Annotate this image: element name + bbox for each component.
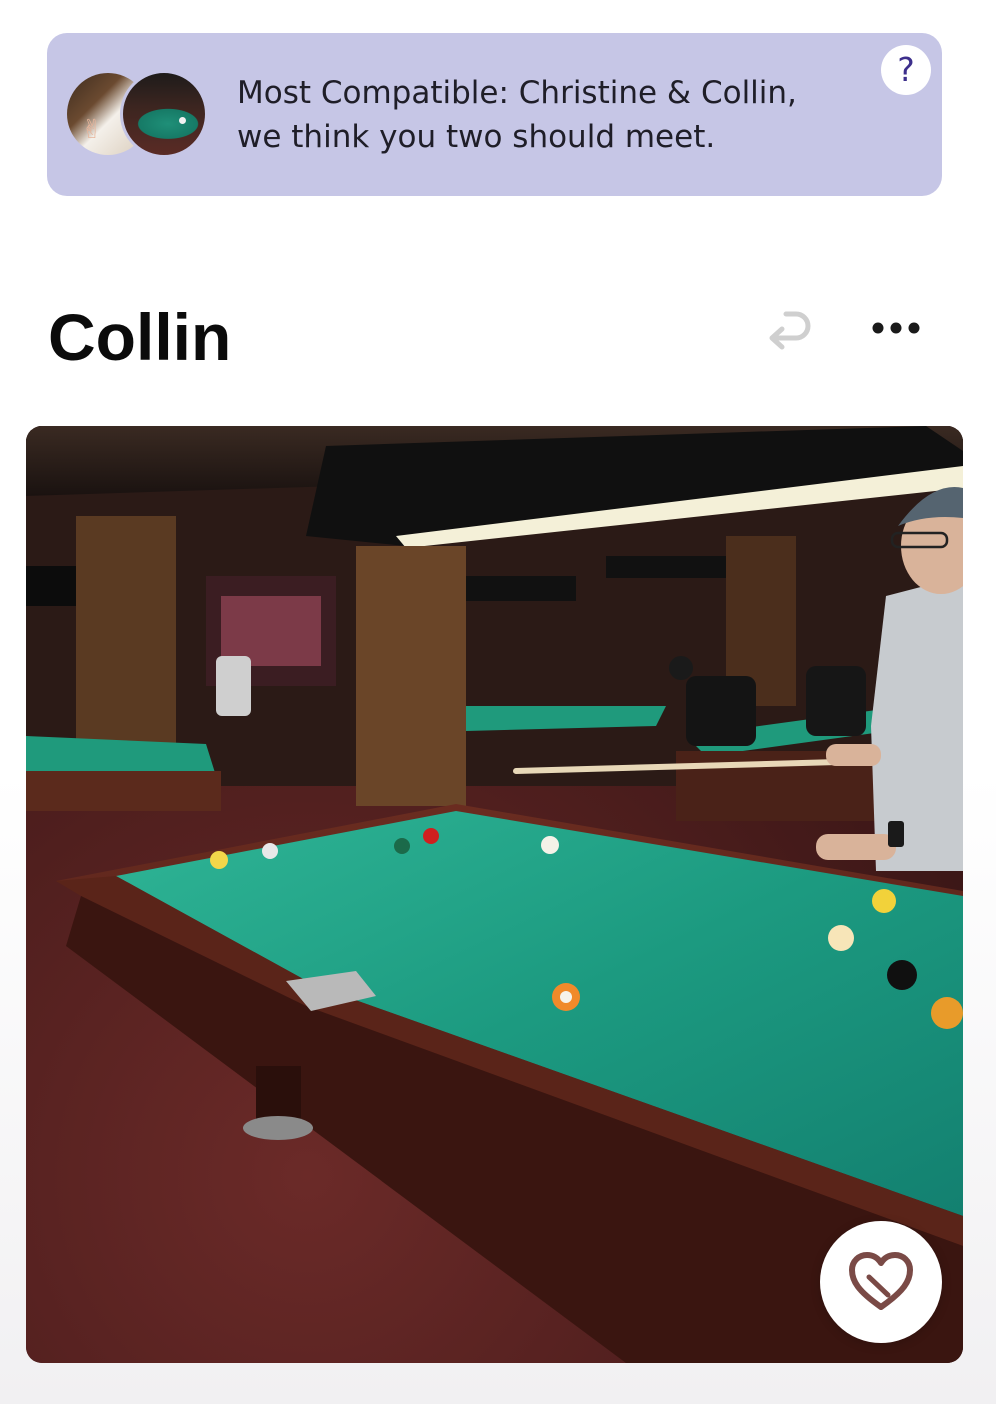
- heart-icon: [849, 1252, 913, 1310]
- profile-name: Collin: [48, 300, 232, 374]
- undo-button[interactable]: [760, 302, 812, 354]
- help-button[interactable]: ?: [881, 45, 931, 95]
- compatibility-message-line-2: we think you two should meet.: [237, 119, 716, 155]
- more-dots-icon: [872, 322, 920, 334]
- compatibility-message-line-1: Most Compatible: Christine & Collin,: [237, 75, 797, 111]
- like-button[interactable]: [820, 1221, 942, 1343]
- question-icon: ?: [897, 50, 915, 89]
- compatibility-banner[interactable]: ✌ Most Compatible: Christine & Collin, w…: [47, 33, 942, 196]
- compatibility-message: Most Compatible: Christine & Collin, we …: [237, 71, 847, 159]
- undo-arrow-icon: [769, 311, 811, 350]
- avatar-collin: [120, 70, 208, 158]
- pool-hall-photo: [26, 426, 963, 1363]
- profile-photo[interactable]: [26, 426, 963, 1363]
- more-options-button[interactable]: [866, 312, 926, 344]
